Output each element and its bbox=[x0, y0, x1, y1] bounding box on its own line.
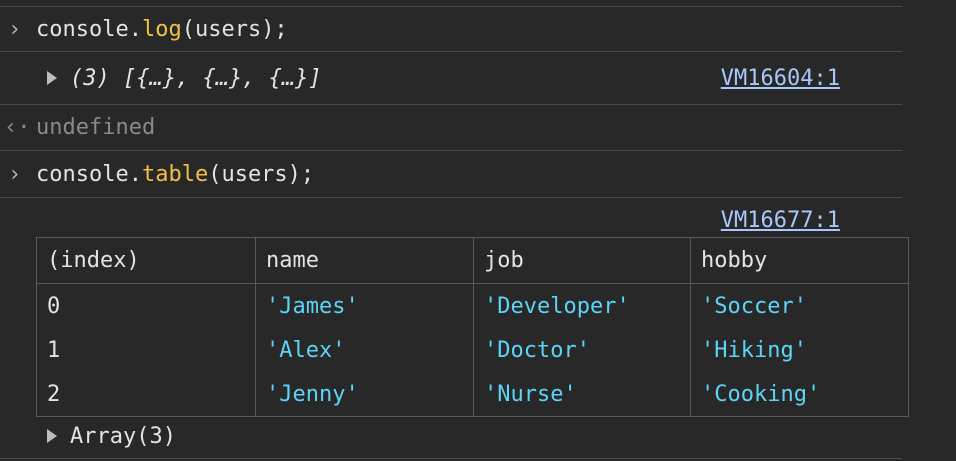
source-link[interactable]: VM16604:1 bbox=[721, 66, 840, 91]
index-cell: 2 bbox=[36, 372, 256, 417]
hobby-cell: 'Soccer' bbox=[690, 283, 909, 328]
array-label[interactable]: Array(3) bbox=[70, 424, 176, 449]
hobby-cell: 'Cooking' bbox=[690, 372, 909, 417]
return-arrow-icon: ‹· bbox=[4, 115, 31, 140]
table-row: 1 'Alex' 'Doctor' 'Hiking' bbox=[36, 328, 909, 372]
expand-triangle-icon[interactable] bbox=[47, 429, 57, 443]
code-object: console. bbox=[36, 161, 142, 187]
console-output-row: (3) [{…}, {…}, {…}] VM16604:1 bbox=[0, 52, 902, 104]
console-separator bbox=[0, 458, 902, 459]
job-cell: 'Developer' bbox=[473, 283, 691, 328]
source-link[interactable]: VM16677:1 bbox=[721, 208, 840, 233]
return-value: undefined bbox=[36, 115, 156, 140]
job-cell: 'Doctor' bbox=[473, 328, 691, 372]
code-args: (users); bbox=[181, 16, 288, 42]
array-summary[interactable]: (3) [{…}, {…}, {…}] bbox=[70, 66, 322, 91]
console-input-row[interactable]: › console.log(users); bbox=[0, 7, 902, 51]
name-cell: 'Alex' bbox=[255, 328, 474, 372]
code-object: console. bbox=[36, 16, 142, 42]
table-row: 2 'Jenny' 'Nurse' 'Cooking' bbox=[36, 372, 909, 417]
console-separator bbox=[0, 197, 902, 198]
job-cell: 'Nurse' bbox=[473, 372, 691, 417]
column-header-name[interactable]: name bbox=[255, 237, 474, 284]
console-table: (index) name job hobby 0 'James' 'Develo… bbox=[36, 237, 909, 417]
input-prompt-icon: › bbox=[8, 16, 22, 42]
code-method: log bbox=[141, 16, 182, 42]
index-cell: 0 bbox=[36, 283, 256, 328]
name-cell: 'James' bbox=[255, 283, 474, 328]
index-cell: 1 bbox=[36, 328, 256, 372]
console-input-row[interactable]: › console.table(users); bbox=[0, 151, 902, 197]
input-prompt-icon: › bbox=[8, 161, 22, 187]
table-header-row: (index) name job hobby bbox=[36, 237, 909, 284]
column-header-index[interactable]: (index) bbox=[36, 237, 256, 284]
expand-triangle-icon[interactable] bbox=[47, 71, 57, 85]
code-method: table bbox=[141, 161, 209, 187]
code-args: (users); bbox=[208, 161, 315, 187]
column-header-job[interactable]: job bbox=[473, 237, 691, 284]
input-code: console.table(users); bbox=[36, 162, 314, 187]
name-cell: 'Jenny' bbox=[255, 372, 474, 417]
console-output-row: VM16677:1 bbox=[0, 204, 902, 236]
column-header-hobby[interactable]: hobby bbox=[690, 237, 909, 284]
table-row: 0 'James' 'Developer' 'Soccer' bbox=[36, 283, 909, 328]
console-return-row: ‹· undefined bbox=[0, 105, 902, 150]
input-code: console.log(users); bbox=[36, 17, 288, 42]
array-expander-row[interactable]: Array(3) bbox=[0, 418, 902, 454]
hobby-cell: 'Hiking' bbox=[690, 328, 909, 372]
